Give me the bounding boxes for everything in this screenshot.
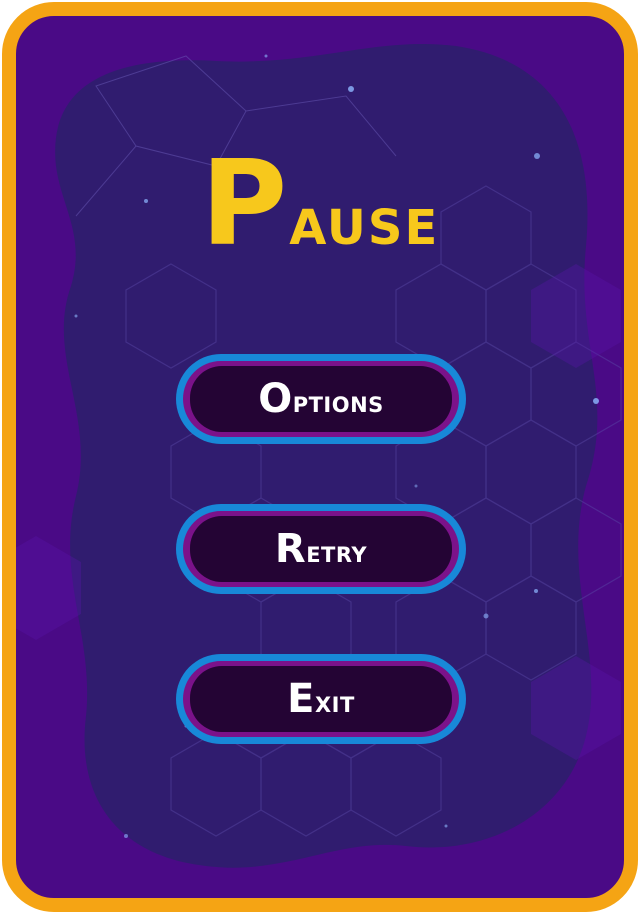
- retry-button-label: Retry: [274, 526, 368, 572]
- retry-button[interactable]: Retry: [176, 504, 466, 594]
- exit-button-label: Exit: [287, 676, 355, 722]
- options-button[interactable]: Options: [176, 354, 466, 444]
- pause-title: Pause: [200, 134, 440, 272]
- exit-button[interactable]: Exit: [176, 654, 466, 744]
- options-button-label: Options: [258, 376, 384, 422]
- pause-menu-panel: Pause Options Retry Exit: [2, 2, 638, 912]
- exit-button-face: Exit: [190, 666, 452, 732]
- options-button-face: Options: [190, 366, 452, 432]
- retry-button-face: Retry: [190, 516, 452, 582]
